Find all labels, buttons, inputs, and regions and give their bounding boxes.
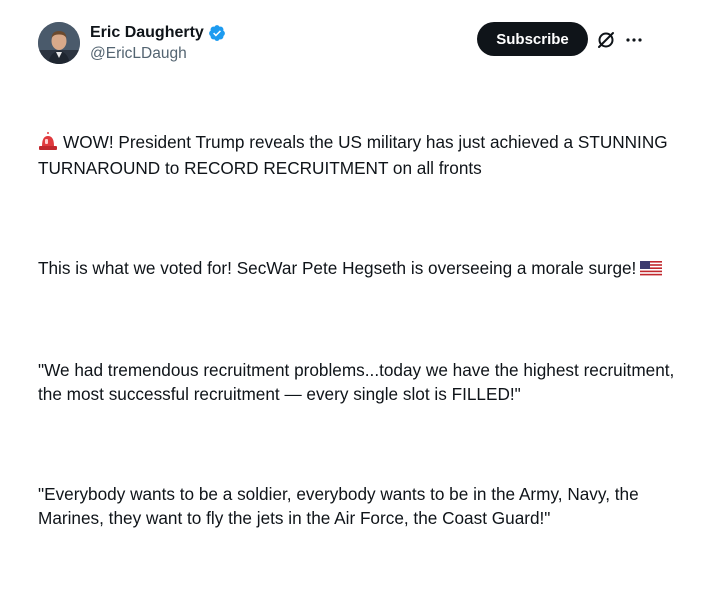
- tweet-post: Eric Daugherty @EricLDaugh Subscribe WOW…: [0, 0, 710, 528]
- tweet-paragraph-2-text: This is what we voted for! SecWar Pete H…: [38, 258, 637, 278]
- verified-badge-icon: [208, 24, 226, 42]
- author-display-name[interactable]: Eric Daugherty: [90, 24, 204, 42]
- author-name-row: Eric Daugherty: [90, 22, 226, 44]
- author-avatar[interactable]: [38, 22, 80, 64]
- author-handle[interactable]: @EricLDaugh: [90, 45, 226, 63]
- subscribe-button[interactable]: Subscribe: [477, 22, 588, 56]
- tweet-paragraph-4-text: "Everybody wants to be a soldier, everyb…: [38, 484, 644, 528]
- us-flag-emoji-icon: [640, 258, 663, 282]
- grok-icon[interactable]: [596, 30, 616, 50]
- tweet-paragraph-4: "Everybody wants to be a soldier, everyb…: [38, 482, 678, 530]
- avatar-image: [38, 22, 80, 64]
- siren-emoji-icon: [38, 132, 58, 156]
- tweet-paragraph-1: WOW! President Trump reveals the US mili…: [38, 130, 678, 180]
- more-options-icon[interactable]: [624, 30, 644, 50]
- tweet-paragraph-1-text: WOW! President Trump reveals the US mili…: [38, 132, 673, 178]
- tweet-text: WOW! President Trump reveals the US mili…: [38, 82, 678, 606]
- author-block: Eric Daugherty @EricLDaugh: [90, 22, 226, 63]
- tweet-paragraph-3: "We had tremendous recruitment problems.…: [38, 358, 678, 406]
- tweet-paragraph-3-text: "We had tremendous recruitment problems.…: [38, 360, 680, 404]
- tweet-paragraph-2: This is what we voted for! SecWar Pete H…: [38, 256, 678, 282]
